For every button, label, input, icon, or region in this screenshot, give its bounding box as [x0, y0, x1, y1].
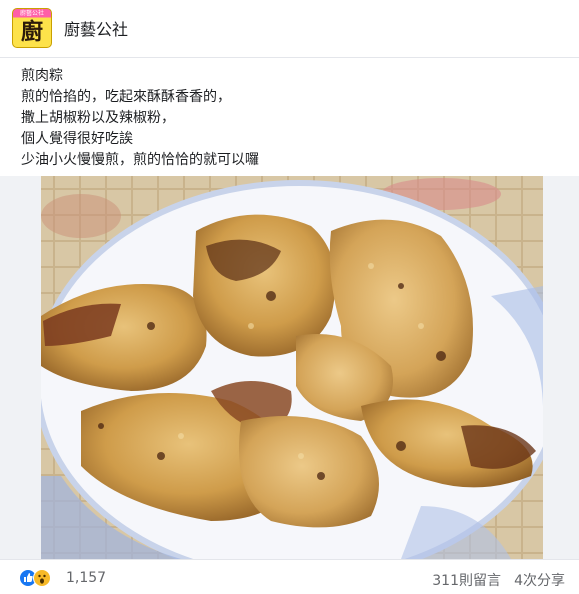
post-photo[interactable]	[41, 176, 543, 559]
reaction-count[interactable]: 1,157	[66, 570, 106, 586]
comment-count-link[interactable]: 311則留言	[432, 570, 501, 590]
avatar-banner: 廚藝公社	[19, 10, 44, 17]
wow-icon	[33, 569, 51, 587]
page-avatar[interactable]: 廚藝公社 廚公	[12, 8, 52, 48]
page-name-link[interactable]: 廚藝公社	[64, 16, 128, 40]
post-footer: 1,157 311則留言 4次分享	[0, 559, 579, 594]
post-line: 少油小火慢慢煎，煎的恰恰的就可以囉	[21, 152, 259, 168]
share-count-link[interactable]: 4次分享	[514, 570, 565, 590]
post-line: 煎的恰掐的，吃起來酥酥香香的，	[21, 89, 231, 105]
avatar-text: 廚公	[20, 20, 43, 45]
post-line: 個人覺得很好吃誒	[21, 131, 133, 147]
reaction-icons[interactable]	[19, 569, 59, 587]
post-line: 撒上胡椒粉以及辣椒粉，	[21, 110, 175, 126]
post-line: 煎肉粽	[21, 68, 63, 84]
fried-rice-dumplings-image	[41, 176, 543, 559]
photo-container	[0, 176, 579, 559]
post-header: 廚藝公社 廚公 廚藝公社	[0, 0, 579, 58]
post-text: 煎肉粽 煎的恰掐的，吃起來酥酥香香的， 撒上胡椒粉以及辣椒粉， 個人覺得很好吃誒…	[21, 66, 259, 171]
